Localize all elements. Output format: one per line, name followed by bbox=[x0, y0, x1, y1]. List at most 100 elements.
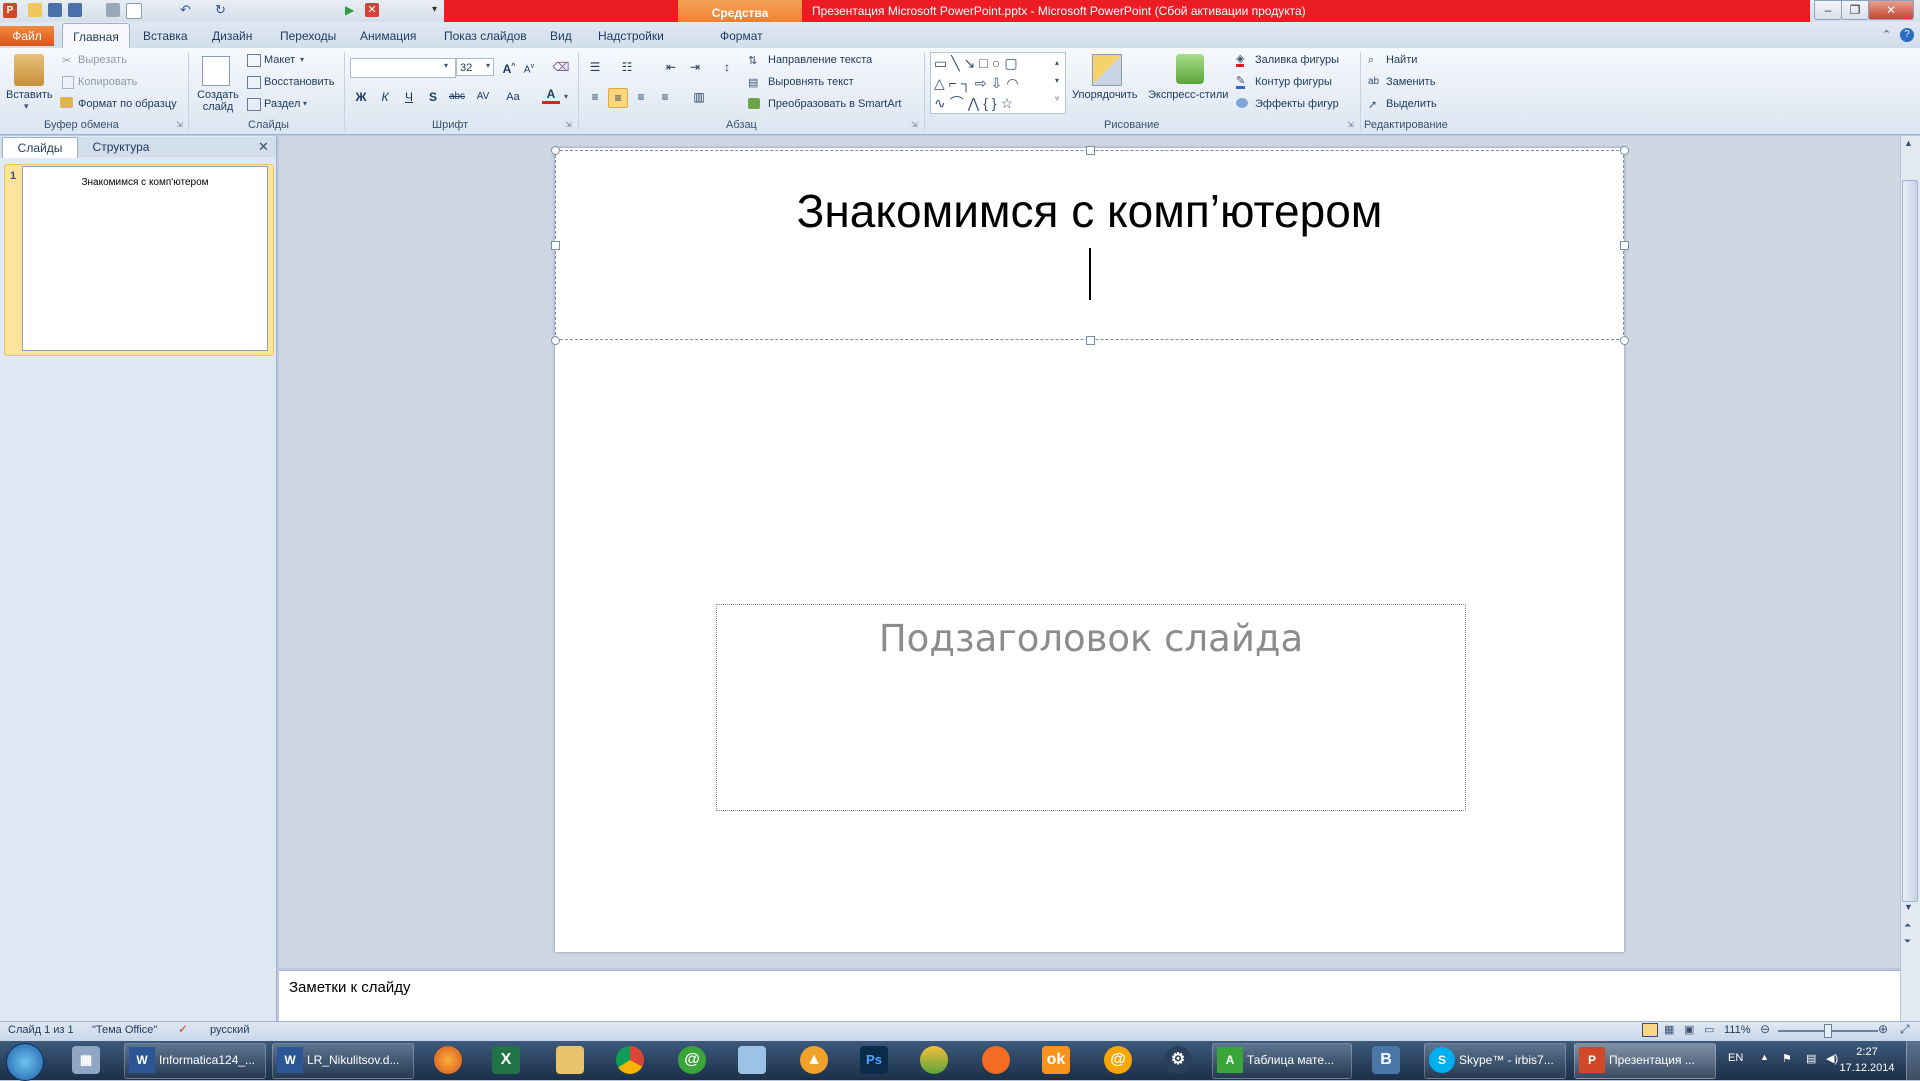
arrange-icon[interactable] bbox=[1092, 54, 1122, 86]
redo-icon[interactable]: ↻ bbox=[215, 3, 229, 17]
slideshow-view-icon[interactable]: ▭ bbox=[1704, 1023, 1714, 1036]
decrease-indent-icon[interactable]: ⇤ bbox=[662, 58, 680, 76]
taskbar-item-word-2[interactable]: W LR_Nikulitsov.d... bbox=[272, 1043, 414, 1079]
paragraph-launcher-icon[interactable]: ⇲ bbox=[911, 120, 918, 129]
photoshop-icon[interactable]: Ps bbox=[860, 1046, 888, 1074]
bullets-icon[interactable]: ☰ bbox=[586, 58, 604, 76]
mail-agent-icon[interactable]: @ bbox=[678, 1046, 706, 1074]
odnoklassniki-icon[interactable]: ok bbox=[1042, 1046, 1070, 1074]
paste-icon[interactable] bbox=[14, 54, 44, 86]
rectangle-shape-icon[interactable]: □ bbox=[979, 55, 991, 71]
section-dropdown-icon[interactable]: ▾ bbox=[303, 99, 307, 108]
textbox-shape-icon[interactable]: ▭ bbox=[934, 55, 951, 71]
bold-button[interactable]: Ж bbox=[352, 88, 370, 106]
font-color-button[interactable]: A bbox=[542, 87, 560, 104]
resize-handle[interactable] bbox=[1620, 336, 1629, 345]
tab-transitions[interactable]: Переходы bbox=[280, 26, 336, 46]
new-icon[interactable] bbox=[126, 3, 142, 19]
tab-animations[interactable]: Анимация bbox=[360, 26, 416, 46]
line-spacing-icon[interactable]: ↕ bbox=[718, 58, 736, 76]
scribble-shape-icon[interactable]: ⋀ bbox=[968, 95, 983, 111]
numbering-icon[interactable]: ☷ bbox=[618, 58, 636, 76]
network-icon[interactable]: ▤ bbox=[1806, 1052, 1816, 1065]
taskbar-item-powerpoint[interactable]: P Презентация ... bbox=[1574, 1043, 1716, 1079]
close-button[interactable]: ✕ bbox=[1868, 0, 1914, 20]
copy-icon[interactable] bbox=[62, 76, 74, 89]
clock-date[interactable]: 17.12.2014 bbox=[1838, 1062, 1896, 1074]
clipboard-launcher-icon[interactable]: ⇲ bbox=[176, 120, 183, 129]
tab-file[interactable]: Файл bbox=[0, 26, 54, 46]
change-case-button[interactable]: Aa bbox=[502, 88, 524, 106]
font-size-dropdown-icon[interactable]: ▾ bbox=[486, 61, 490, 70]
flag-icon[interactable]: ⚑ bbox=[1782, 1052, 1792, 1065]
media-player-icon[interactable] bbox=[920, 1046, 948, 1074]
vk-icon[interactable]: B bbox=[1372, 1046, 1400, 1074]
underline-button[interactable]: Ч bbox=[400, 88, 418, 106]
elbow-shape-icon[interactable]: ┐ bbox=[961, 75, 975, 91]
layout-dropdown-icon[interactable]: ▾ bbox=[300, 55, 304, 64]
resize-handle[interactable] bbox=[1620, 146, 1629, 155]
brace-right-shape-icon[interactable]: } bbox=[992, 95, 1001, 111]
text-direction-icon[interactable]: ⇅ bbox=[748, 54, 757, 67]
undo-icon[interactable]: ↶ bbox=[180, 3, 194, 17]
curve-shape-icon[interactable]: ∿ bbox=[934, 95, 950, 111]
layout-icon[interactable] bbox=[247, 54, 261, 67]
tab-slideshow[interactable]: Показ слайдов bbox=[444, 26, 527, 46]
aimp-icon[interactable]: ▲ bbox=[800, 1046, 828, 1074]
quick-styles-icon[interactable] bbox=[1176, 54, 1204, 84]
format-painter-button[interactable]: Формат по образцу bbox=[78, 98, 177, 110]
tab-slides[interactable]: Слайды bbox=[2, 137, 78, 158]
slide-thumbnail[interactable]: Знакомимся с комп'ютером bbox=[22, 166, 268, 351]
tray-expand-icon[interactable]: ▲ bbox=[1760, 1052, 1769, 1062]
tab-view[interactable]: Вид bbox=[550, 26, 572, 46]
scrollbar-thumb[interactable] bbox=[1902, 180, 1918, 902]
zoom-in-icon[interactable]: ⊕ bbox=[1878, 1022, 1888, 1036]
play-icon[interactable]: ▶ bbox=[345, 3, 359, 17]
close-pane-icon[interactable]: ✕ bbox=[258, 139, 269, 155]
title-placeholder[interactable] bbox=[555, 150, 1624, 340]
input-language[interactable]: EN bbox=[1728, 1052, 1743, 1064]
slide-sorter-view-icon[interactable]: ▦ bbox=[1664, 1023, 1674, 1036]
align-text-icon[interactable]: ▤ bbox=[748, 76, 758, 89]
scroll-down-icon[interactable]: ▼ bbox=[1904, 902, 1913, 912]
minimize-button[interactable]: – bbox=[1814, 0, 1842, 20]
notepad-icon[interactable] bbox=[738, 1046, 766, 1074]
next-slide-icon[interactable]: ⏷ bbox=[1904, 936, 1911, 947]
reset-button[interactable]: Восстановить bbox=[264, 76, 334, 88]
arrange-button[interactable]: Упорядочить bbox=[1072, 89, 1137, 101]
arc-shape-icon[interactable]: ⌒ bbox=[950, 95, 968, 111]
tab-design[interactable]: Дизайн bbox=[212, 26, 252, 46]
clear-formatting-icon[interactable]: ⌫ bbox=[552, 58, 570, 76]
tab-home[interactable]: Главная bbox=[62, 23, 130, 49]
freeform-shape-icon[interactable]: ◠ bbox=[1006, 75, 1022, 91]
increase-indent-icon[interactable]: ⇥ bbox=[686, 58, 704, 76]
select-button[interactable]: Выделить bbox=[1386, 98, 1437, 110]
reset-icon[interactable] bbox=[247, 76, 261, 89]
save-icon[interactable] bbox=[48, 3, 62, 17]
notes-pane[interactable]: Заметки к слайду bbox=[279, 970, 1900, 1021]
start-button[interactable] bbox=[6, 1043, 44, 1081]
shape-fill-icon[interactable]: ◈ bbox=[1236, 54, 1245, 67]
new-slide-icon[interactable] bbox=[202, 56, 230, 86]
volume-icon[interactable]: ◀) bbox=[1826, 1052, 1838, 1065]
triangle-shape-icon[interactable]: △ bbox=[934, 75, 949, 91]
show-desktop-button[interactable] bbox=[1906, 1041, 1920, 1080]
new-slide-button[interactable]: Создать слайд bbox=[196, 89, 240, 113]
drawing-launcher-icon[interactable]: ⇲ bbox=[1347, 120, 1354, 129]
resize-handle[interactable] bbox=[551, 241, 560, 250]
powerpoint-logo-icon[interactable]: P bbox=[3, 3, 17, 18]
excel-icon[interactable]: X bbox=[492, 1046, 520, 1074]
mailru-icon[interactable]: @ bbox=[1104, 1046, 1132, 1074]
justify-icon[interactable]: ≡ bbox=[656, 88, 674, 106]
theme-name[interactable]: "Тема Office" bbox=[92, 1024, 157, 1036]
tab-insert[interactable]: Вставка bbox=[143, 26, 188, 46]
font-name-input[interactable] bbox=[350, 58, 456, 78]
arrow-line-shape-icon[interactable]: ↘ bbox=[964, 55, 980, 71]
shape-fill-button[interactable]: Заливка фигуры bbox=[1255, 54, 1339, 66]
align-center-icon[interactable]: ≡ bbox=[608, 88, 628, 108]
quick-styles-button[interactable]: Экспресс-стили bbox=[1148, 89, 1228, 101]
explorer-icon[interactable] bbox=[556, 1046, 584, 1074]
help-icon[interactable]: ? bbox=[1900, 28, 1914, 42]
section-icon[interactable] bbox=[247, 98, 261, 111]
shadow-button[interactable]: S bbox=[424, 88, 442, 106]
